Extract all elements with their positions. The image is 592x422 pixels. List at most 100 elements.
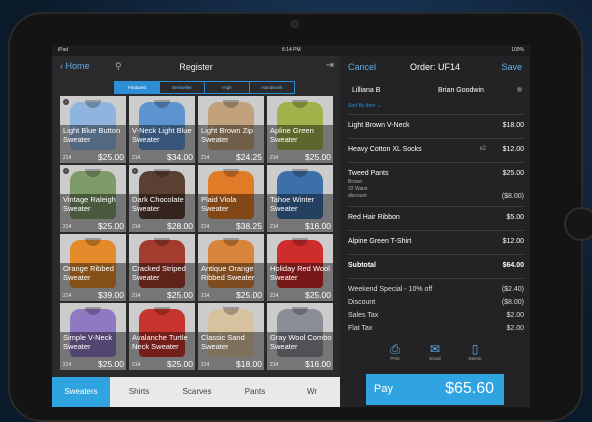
product-name: Vintage Raleigh Sweater xyxy=(63,195,116,213)
product-stock: 214 xyxy=(201,293,210,299)
adjustment-row[interactable]: Discount ($8.00) xyxy=(348,299,524,306)
segment-handiwork[interactable]: Handiwork xyxy=(249,81,295,94)
product-tile[interactable]: V-Neck Light Blue Sweater 214 $34.00 xyxy=(129,96,195,163)
product-stock: 214 xyxy=(201,155,210,161)
sort-label: Sort By Item xyxy=(348,103,376,109)
sort-by-link[interactable]: Sort By Item ⌄ xyxy=(348,103,381,109)
product-tile[interactable]: Orange Ribbed Sweater 214 $39.00 xyxy=(60,234,126,301)
product-info: V-Neck Light Blue Sweater 214 $34.00 xyxy=(129,125,195,163)
product-price: $24.25 xyxy=(236,152,262,162)
product-price: $25.00 xyxy=(98,221,124,231)
product-tile[interactable]: Gray Wool Combo Sweater 214 $16.00 xyxy=(267,303,333,370)
product-tile[interactable]: Cracked Striped Sweater 214 $25.00 xyxy=(129,234,195,301)
segment-bestseller[interactable]: Bestseller xyxy=(159,81,205,94)
product-info: Cracked Striped Sweater 214 $25.00 xyxy=(129,263,195,301)
order-pane: Cancel Order: UF14 Save Lilliana B Brian… xyxy=(340,56,530,407)
product-price: $34.00 xyxy=(167,152,193,162)
product-tile[interactable]: Plaid Viola Sweater 214 $38.25 xyxy=(198,165,264,232)
adjustment-row[interactable]: Flat Tax $2.00 xyxy=(348,325,524,332)
item-price: $25.00 xyxy=(502,170,524,177)
product-stock: 214 xyxy=(132,155,141,161)
customer-field[interactable]: Lilliana B xyxy=(352,87,380,94)
item-variant: Brown xyxy=(348,179,363,185)
product-name: Holiday Red Wool Sweater xyxy=(270,264,330,282)
info-icon[interactable]: i xyxy=(63,99,69,105)
ipad-screen: iPad 6:14 PM 100% ‹ Home ⚲ Register ⇥ Fe… xyxy=(52,45,530,407)
tab-sweaters[interactable]: Sweaters xyxy=(52,377,110,407)
product-info: Classic Sand Sweater 214 $18.00 xyxy=(198,332,264,370)
save-button[interactable]: Save xyxy=(501,62,522,72)
product-tile[interactable]: Avalanche Turtle Neck Sweater 214 $25.00 xyxy=(129,303,195,370)
page-title: Register xyxy=(179,62,213,72)
product-name: Classic Sand Sweater xyxy=(201,333,245,351)
product-stock: 214 xyxy=(270,293,279,299)
product-tile[interactable]: Apline Green Sweater 214 $25.00 xyxy=(267,96,333,163)
segment-featured[interactable]: Featured xyxy=(114,81,160,94)
email-button[interactable]: ✉ Email xyxy=(415,342,455,372)
product-info: Holiday Red Wool Sweater 214 $25.00 xyxy=(267,263,333,301)
tab-pants[interactable]: Pants xyxy=(226,377,284,407)
adjustment-row[interactable]: Weekend Special - 10% off ($2.40) xyxy=(348,286,524,293)
adjustment-value: $2.00 xyxy=(506,325,524,332)
print-label: Print xyxy=(390,356,400,361)
subtotal-value: $64.00 xyxy=(502,262,524,269)
divider xyxy=(348,278,524,279)
product-tile[interactable]: Light Blue Button Sweater 214 $25.00 i xyxy=(60,96,126,163)
product-stock: 214 xyxy=(201,224,210,230)
product-info: Avalanche Turtle Neck Sweater 214 $25.00 xyxy=(129,332,195,370)
tab-more[interactable]: Wr xyxy=(284,377,340,407)
product-stock: 214 xyxy=(270,155,279,161)
carrier-label: iPad xyxy=(58,47,69,53)
product-info: Simple V-Neck Sweater 214 $25.00 xyxy=(60,332,126,370)
item-discount-value: ($8.00) xyxy=(501,193,524,200)
product-name: Apline Green Sweater xyxy=(270,126,314,144)
item-discount-label: discount xyxy=(348,193,367,199)
product-stock: 214 xyxy=(63,155,72,161)
product-name: Light Brown Zip Sweater xyxy=(201,126,254,144)
tab-shirts[interactable]: Shirts xyxy=(110,377,168,407)
subtotal-label: Subtotal xyxy=(348,262,376,269)
delete-button[interactable]: ▯ Delete xyxy=(455,342,495,372)
adjustment-row[interactable]: Sales Tax $2.00 xyxy=(348,312,524,319)
product-tile[interactable]: Light Brown Zip Sweater 214 $24.25 xyxy=(198,96,264,163)
order-people: Lilliana B Brian Goodwin xyxy=(348,80,524,98)
item-price: $18.00 xyxy=(502,122,524,129)
product-price: $25.00 xyxy=(236,290,262,300)
product-tile[interactable]: Tahoe Winter Sweater 214 $16.00 xyxy=(267,165,333,232)
product-info: Light Blue Button Sweater 214 $25.00 xyxy=(60,125,126,163)
salesperson-field[interactable]: Brian Goodwin xyxy=(438,87,484,94)
product-price: $18.00 xyxy=(236,359,262,369)
exit-icon[interactable]: ⇥ xyxy=(326,60,334,71)
item-price: $12.00 xyxy=(502,146,524,153)
tab-scarves[interactable]: Scarves xyxy=(168,377,226,407)
product-tile[interactable]: Dark Chocolate Sweater 214 $28.00 i xyxy=(129,165,195,232)
battery-label: 100% xyxy=(511,47,524,53)
delete-label: Delete xyxy=(468,356,482,361)
product-tile[interactable]: Holiday Red Wool Sweater 214 $25.00 xyxy=(267,234,333,301)
home-button[interactable] xyxy=(564,207,592,241)
info-icon[interactable]: i xyxy=(63,168,69,174)
register-pane: ‹ Home ⚲ Register ⇥ Featured Bestseller … xyxy=(52,56,340,407)
pay-label: Pay xyxy=(374,383,393,395)
info-icon[interactable]: i xyxy=(132,168,138,174)
item-price: $12.00 xyxy=(502,238,524,245)
filter-segmented-control: Featured Bestseller High Handiwork xyxy=(114,81,295,94)
item-price: $5.00 xyxy=(506,214,524,221)
segment-high[interactable]: High xyxy=(204,81,250,94)
product-tile[interactable]: Vintage Raleigh Sweater 214 $25.00 i xyxy=(60,165,126,232)
product-info: Vintage Raleigh Sweater 214 $25.00 xyxy=(60,194,126,232)
pay-button[interactable]: Pay $65.60 xyxy=(366,374,504,405)
product-stock: 214 xyxy=(63,293,72,299)
register-nav-bar: ‹ Home ⚲ Register ⇥ xyxy=(52,56,340,78)
product-tile[interactable]: Classic Sand Sweater 214 $18.00 xyxy=(198,303,264,370)
product-tile[interactable]: Antique Orange Ribbed Sweater 214 $25.00 xyxy=(198,234,264,301)
divider xyxy=(348,254,524,255)
product-tile[interactable]: Simple V-Neck Sweater 214 $25.00 xyxy=(60,303,126,370)
status-bar: iPad 6:14 PM 100% xyxy=(52,45,530,56)
product-stock: 214 xyxy=(132,293,141,299)
print-button[interactable]: ⎙ Print xyxy=(375,342,415,372)
product-name: Light Blue Button Sweater xyxy=(63,126,121,144)
item-name: Alpine Green T-Shirt xyxy=(348,238,412,245)
item-name: Tweed Pants xyxy=(348,170,389,177)
product-price: $39.00 xyxy=(98,290,124,300)
